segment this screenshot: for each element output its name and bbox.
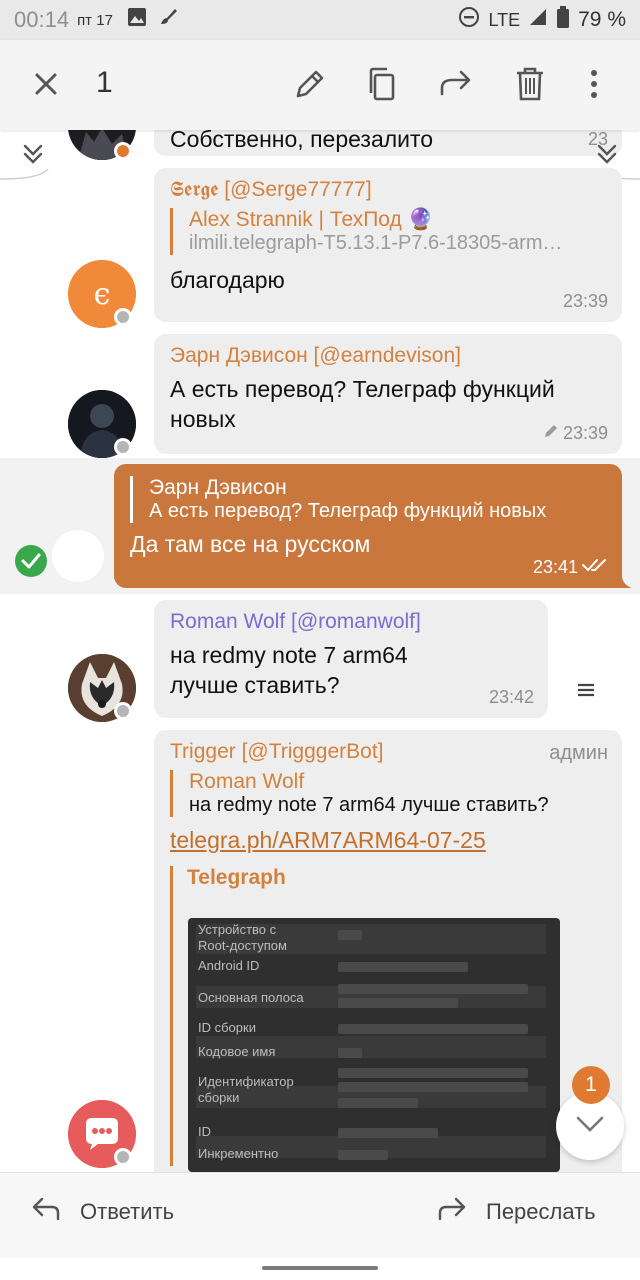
edited-pencil-icon	[543, 423, 559, 444]
selection-action-bar: 1	[0, 40, 640, 130]
message-link[interactable]: telegra.ph/ARM7ARM64-07-25	[170, 827, 606, 854]
network-type: LTE	[488, 9, 521, 30]
reply-quote[interactable]: Эарн Дэвисон А есть перевод? Телеграф фу…	[130, 476, 606, 523]
forward-button[interactable]: Переслать	[436, 1195, 596, 1229]
message-time-edited: 23:39	[543, 423, 608, 444]
reply-button-label: Ответить	[80, 1199, 175, 1224]
message-time: 23:39	[562, 291, 608, 311]
message-time: 23:42	[488, 687, 534, 707]
sender-name[interactable]: Эарн Дэвисон [@earndevison]	[170, 344, 606, 368]
chat-message-list[interactable]: Собственно, перезалито 23 ϵ 𝕾𝖊𝖗𝖌𝖊 [@Serg…	[0, 130, 640, 1172]
status-time: 00:14	[14, 7, 70, 32]
message-text: А есть перевод? Телеграф функций новых	[170, 376, 555, 432]
close-selection-icon[interactable]	[28, 66, 64, 102]
scroll-up-chevrons-icon[interactable]	[20, 142, 46, 171]
reply-quote[interactable]: Alex Strannik | ТехПод 🔮 ilmili.telegrap…	[170, 208, 606, 255]
message-time: 23:39	[562, 423, 608, 443]
status-dot	[114, 702, 132, 720]
reply-text: ilmili.telegraph-T5.13.1-P7.6-18305-arm…	[189, 232, 563, 254]
message-text: Да там все на русском	[130, 531, 371, 557]
reply-button[interactable]: Ответить	[30, 1195, 174, 1229]
sender-name[interactable]: Trigger [@TrigggerBot]	[170, 740, 606, 764]
selected-check-icon[interactable]	[14, 544, 48, 583]
copy-icon[interactable]	[362, 64, 402, 104]
reply-arrow-icon	[30, 1195, 62, 1229]
preview-site-name: Telegraph	[187, 866, 286, 889]
reply-text: на redmy note 7 arm64 лучше ставить?	[189, 794, 549, 816]
message-bubble[interactable]: Эарн Дэвисон [@earndevison] А есть перев…	[154, 334, 622, 454]
preview-row-label: Инкрементно	[198, 1146, 279, 1161]
forward-icon[interactable]	[436, 64, 476, 104]
message-time: 23:41	[532, 557, 578, 577]
message-text: на redmy note 7 arm64 лучше ставить?	[170, 642, 408, 698]
brush-icon	[157, 6, 179, 34]
preview-row-label: Идентификатор сборки	[198, 1074, 294, 1105]
dnd-icon	[458, 6, 480, 34]
message-bubble[interactable]: Roman Wolf [@romanwolf] на redmy note 7 …	[154, 600, 548, 718]
status-date: пт 17	[77, 11, 113, 29]
reply-quote[interactable]: Roman Wolf на redmy note 7 arm64 лучше с…	[170, 770, 606, 817]
reply-author: Эарн Дэвисон	[149, 476, 287, 499]
battery-icon	[556, 6, 570, 34]
preview-row-label: Основная полоса	[198, 990, 304, 1005]
preview-row-label: Android ID	[198, 958, 260, 973]
sender-name[interactable]: Roman Wolf [@romanwolf]	[170, 610, 532, 634]
forward-button-label: Переслать	[486, 1199, 596, 1224]
message-time-read: 23:41	[533, 557, 608, 578]
gallery-icon	[127, 7, 147, 33]
unread-count-badge: 1	[572, 1066, 610, 1104]
edit-pencil-icon[interactable]	[290, 64, 330, 104]
battery-percent: 79 %	[578, 8, 626, 31]
forward-arrow-icon	[436, 1195, 468, 1229]
message-text: благодарю	[170, 267, 285, 293]
status-dot	[114, 142, 132, 160]
preview-row-label: Кодовое имя	[198, 1044, 276, 1059]
chevron-down-icon	[575, 1115, 605, 1138]
link-preview-image[interactable]: Устройство с Root-доступом Android ID Ос…	[188, 918, 560, 1172]
status-dot	[114, 308, 132, 326]
reply-text: А есть перевод? Телеграф функций новых	[149, 500, 547, 522]
bottom-action-bar: Ответить Переслать	[0, 1172, 640, 1258]
delete-trash-icon[interactable]	[510, 64, 550, 104]
outgoing-message-bubble[interactable]: Эарн Дэвисон А есть перевод? Телеграф фу…	[114, 464, 622, 588]
svg-text:ϵ: ϵ	[94, 277, 111, 312]
reply-author: Alex Strannik | ТехПод 🔮	[189, 208, 434, 231]
message-text: Собственно, перезалито	[170, 130, 434, 152]
status-dot	[114, 1148, 132, 1166]
sender-name[interactable]: 𝕾𝖊𝖗𝖌𝖊 [@Serge77777]	[170, 178, 606, 202]
double-check-icon	[582, 557, 608, 578]
avatar-placeholder	[52, 530, 104, 582]
selected-count: 1	[96, 66, 113, 99]
message-bubble[interactable]: Собственно, перезалито 23	[154, 130, 622, 156]
status-bar: 00:14 пт 17 LTE 79 %	[0, 0, 640, 40]
preview-row-label: ID	[198, 1124, 211, 1139]
preview-row-label: Устройство с Root-доступом	[198, 922, 287, 953]
signal-icon	[528, 7, 548, 33]
more-options-icon[interactable]	[584, 64, 604, 104]
bubble-tail	[612, 570, 632, 588]
reply-author: Roman Wolf	[189, 770, 305, 793]
admin-badge: админ	[549, 742, 608, 764]
scroll-down-chevrons-icon[interactable]	[594, 142, 620, 171]
gesture-nav-handle[interactable]	[262, 1266, 378, 1270]
reply-menu-icon[interactable]	[576, 682, 596, 703]
status-dot	[114, 438, 132, 456]
message-bubble[interactable]: 𝕾𝖊𝖗𝖌𝖊 [@Serge77777] Alex Strannik | ТехП…	[154, 168, 622, 322]
preview-row-label: ID сборки	[198, 1020, 256, 1035]
